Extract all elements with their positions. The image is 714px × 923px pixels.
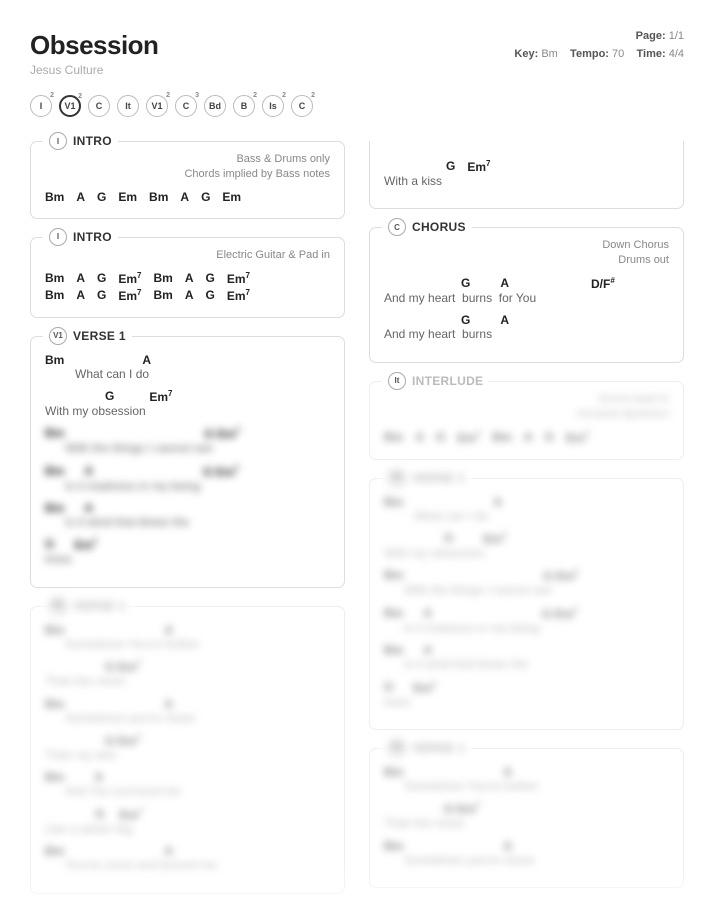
title-group: Obsession Jesus Culture [30,30,158,77]
chord: Bm [45,271,64,286]
section-notes: Drums back in Increase dynamics [384,392,669,422]
blurred-content: BmA Is it wind that blows the [45,501,330,529]
chord: A [524,430,533,445]
lyric-row: G A And my heart burns [384,313,669,341]
chord: Em7 [227,288,250,303]
lyric-row: G A D/F# And my heart burns for You [384,276,669,305]
section-notes: Bass & Drums only Chords implied by Bass… [45,152,330,182]
key-label: Key: [514,48,538,60]
chord: G [97,190,106,204]
chord: Em7 [457,430,480,445]
chord: A [76,288,85,303]
chord: Em7 [118,288,141,303]
section-badge: V1 [49,327,67,345]
section-blurred: V1VERSE 1 BmASometimes You're further G … [369,748,684,888]
lyric-row: BmA What can I do [45,353,330,381]
nav-pill-b[interactable]: B2 [233,95,255,117]
page-label: Page: [636,30,666,42]
section-name: CHORUS [412,220,466,234]
nav-pill-v1[interactable]: V12 [59,95,81,117]
chord: A [185,288,194,303]
nav-pill-is[interactable]: Is2 [262,95,284,117]
meta-info: Page: 1/1 Key: Bm Tempo: 70 Time: 4/4 [514,30,684,60]
nav-pill-i[interactable]: I2 [30,95,52,117]
section-intro-1: I INTRO Bass & Drums only Chords implied… [30,141,345,219]
nav-pill-c[interactable]: C [88,95,110,117]
section-fragment: GEm7 With a kiss [369,141,684,209]
nav-pill-c[interactable]: C3 [175,95,197,117]
blurred-content: BmAG Em7 Is it madness in my being [45,464,330,493]
chord: A [76,190,85,204]
section-intro-2: I INTRO Electric Guitar & Pad in BmAGEm7… [30,237,345,318]
time-value: 4/4 [669,48,684,60]
chord: A [76,271,85,286]
nav-pill-bd[interactable]: Bd [204,95,226,117]
tempo-label: Tempo: [570,48,609,60]
chord: Bm [154,288,173,303]
chord: G [545,430,554,445]
chord: Em7 [566,430,589,445]
chord-row: BmAGEm7BmAGEm7 [45,288,330,303]
chord: G [206,271,215,286]
chord-row: BmAGEm7BmAGEm7 [45,271,330,286]
chord: Bm [384,430,403,445]
chord: Em7 [227,271,250,286]
chord: G [97,288,106,303]
section-name: INTERLUDE [412,374,483,388]
section-name: INTRO [73,230,112,244]
chord: Bm [154,271,173,286]
chord: Em [222,190,241,204]
section-badge: C [388,218,406,236]
chord: G [201,190,210,204]
chord: Bm [149,190,168,204]
chord: Bm [45,288,64,303]
chord: A [415,430,424,445]
chord: Em [118,190,137,204]
section-verse-1: V1 VERSE 1 BmA What can I do GEm7 With m… [30,336,345,588]
blurred-content: BmG Em7 With the things I cannot see [45,426,330,455]
chord: Bm [493,430,512,445]
blurred-content: GEm7 trees [45,537,330,566]
section-nav: I2 V12 C It V12 C3 Bd B2 Is2 C2 [30,95,684,117]
lyric-row: GEm7 With my obsession [45,389,330,418]
chord-row: BmAGEmBmAGEm [45,190,330,204]
section-interlude: It INTERLUDE Drums back in Increase dyna… [369,381,684,460]
artist-name: Jesus Culture [30,63,158,77]
lyric-row: GEm7 With a kiss [384,159,669,188]
header: Obsession Jesus Culture Page: 1/1 Key: B… [30,30,684,77]
chord: A [185,271,194,286]
nav-pill-v1[interactable]: V12 [146,95,168,117]
section-badge: I [49,228,67,246]
chord: G [97,271,106,286]
time-label: Time: [637,48,666,60]
section-blurred: V1 VERSE 1 BmASometimes You're further G… [30,606,345,894]
key-value: Bm [541,48,558,60]
left-column: I INTRO Bass & Drums only Chords implied… [30,141,345,894]
section-notes: Electric Guitar & Pad in [45,248,330,263]
columns: I INTRO Bass & Drums only Chords implied… [30,141,684,894]
chord: G [436,430,445,445]
section-badge: I [49,132,67,150]
section-chorus: C CHORUS Down Chorus Drums out G A D/F# … [369,227,684,362]
page-value: 1/1 [669,30,684,42]
nav-pill-c[interactable]: C2 [291,95,313,117]
section-badge: It [388,372,406,390]
right-column: GEm7 With a kiss C CHORUS Down Chorus Dr… [369,141,684,894]
section-name: INTRO [73,134,112,148]
lyric-block: BmA What can I do GEm7 With my obsession… [45,353,330,567]
section-blurred: V1VERSE 1 BmAWhat can I do GEm7With my o… [369,478,684,730]
tempo-value: 70 [612,48,624,60]
section-name: VERSE 1 [73,329,126,343]
nav-pill-it[interactable]: It [117,95,139,117]
chord: Em7 [118,271,141,286]
chord: Bm [45,190,64,204]
chord: G [206,288,215,303]
chord: A [180,190,189,204]
song-title: Obsession [30,30,158,61]
section-notes: Down Chorus Drums out [384,238,669,268]
chord-row: BmAGEm7BmAGEm7 [384,430,669,445]
